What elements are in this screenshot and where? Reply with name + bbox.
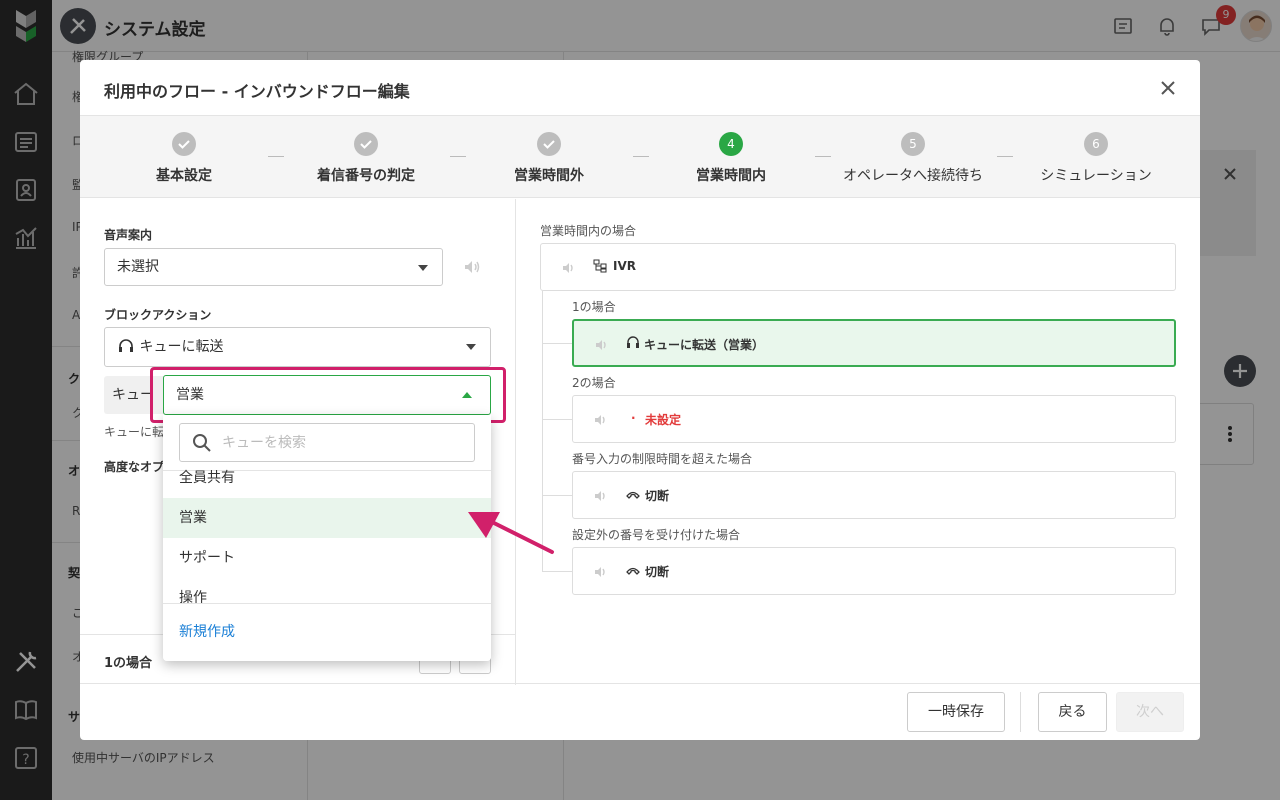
ivr-tree-icon [593, 259, 607, 276]
speaker-icon [593, 488, 609, 504]
divider [1020, 692, 1021, 732]
case-label: 2の場合 [572, 376, 616, 390]
tree-node-label: 切断 [645, 565, 670, 579]
tree-connector [542, 495, 572, 496]
advanced-options-label: 高度なオプ [104, 460, 165, 474]
case-label: 1の場合 [572, 300, 616, 314]
next-button[interactable]: 次へ [1116, 692, 1184, 732]
step-label: オペレータへ接続待ち [843, 168, 983, 184]
step-label: 基本設定 [156, 168, 212, 184]
create-new-queue-link[interactable]: 新規作成 [179, 621, 235, 641]
speaker-icon [561, 260, 577, 276]
check-icon [537, 132, 561, 156]
headset-icon [117, 331, 135, 352]
step-label: 営業時間外 [514, 168, 584, 184]
queue-search-field[interactable] [179, 423, 475, 462]
case-label: 番号入力の制限時間を超えた場合 [572, 452, 753, 466]
step-connector [997, 156, 1013, 157]
divider [80, 683, 1200, 684]
step-number: 4 [719, 132, 743, 156]
tree-node-case-2[interactable]: · 未設定 [572, 395, 1176, 443]
step-connector [268, 156, 284, 157]
case-label: 設定外の番号を受け付けた場合 [572, 528, 741, 542]
hangup-icon [625, 487, 641, 504]
tree-node-ivr[interactable]: IVR [540, 243, 1176, 291]
step-label: 着信番号の判定 [317, 168, 415, 184]
tree-connector [542, 343, 572, 344]
voice-guide-label: 音声案内 [104, 228, 153, 242]
step-after-hours[interactable]: 営業時間外 [459, 132, 639, 185]
block-action-label: ブロックアクション [104, 308, 212, 322]
step-number: 6 [1084, 132, 1108, 156]
tree-node-label: キューに転送（営業） [644, 338, 765, 352]
case-label: 1の場合 [104, 656, 153, 671]
queue-option-selected[interactable]: 営業 [163, 498, 491, 538]
step-number: 5 [901, 132, 925, 156]
tree-title: 営業時間内の場合 [540, 224, 637, 238]
chevron-down-icon [418, 265, 428, 271]
check-icon [172, 132, 196, 156]
voice-guide-select[interactable]: 未選択 [104, 248, 443, 286]
check-icon [354, 132, 378, 156]
step-label: 営業時間内 [696, 168, 766, 184]
voice-guide-value: 未選択 [117, 259, 159, 275]
step-connector [815, 156, 831, 157]
step-connector [450, 156, 466, 157]
speaker-icon [593, 564, 609, 580]
back-button[interactable]: 戻る [1038, 692, 1107, 732]
queue-option[interactable]: 全員共有 [163, 458, 491, 498]
step-basic[interactable]: 基本設定 [94, 132, 274, 185]
tree-node-invalid[interactable]: 切断 [572, 547, 1176, 595]
step-operator-wait[interactable]: 5 オペレータへ接続待ち [823, 132, 1003, 185]
tree-node-timeout[interactable]: 切断 [572, 471, 1176, 519]
speaker-icon [593, 412, 609, 428]
queue-option[interactable]: サポート [163, 538, 491, 578]
chevron-down-icon [466, 344, 476, 350]
search-icon [192, 433, 212, 453]
tree-node-case-1[interactable]: キューに転送（営業） [572, 319, 1176, 367]
queue-dropdown-panel: 全員共有 営業 サポート 操作 新規作成 [163, 415, 491, 661]
block-action-value: キューに転送 [139, 339, 224, 355]
unset-dot-icon: · [631, 411, 636, 425]
divider [515, 199, 516, 685]
tree-node-label: 未設定 [645, 413, 682, 427]
step-label: シミュレーション [1040, 168, 1152, 184]
step-connector [633, 156, 649, 157]
stepper: 基本設定 着信番号の判定 営業時間外 4 営業時間内 5 オペレータへ接続待ち 6 シ… [80, 116, 1200, 198]
queue-search-input[interactable] [222, 432, 462, 454]
tree-connector [542, 571, 572, 572]
save-draft-button[interactable]: 一時保存 [907, 692, 1005, 732]
block-action-select[interactable]: キューに転送 [104, 327, 491, 367]
modal-title: 利用中のフロー - インバウンドフロー編集 [104, 82, 410, 101]
queue-hint: キューに転 [104, 425, 165, 439]
headset-icon [626, 336, 640, 353]
tree-connector [542, 419, 572, 420]
close-icon[interactable] [1156, 76, 1180, 100]
step-number-check[interactable]: 着信番号の判定 [276, 132, 456, 185]
step-simulation[interactable]: 6 シミュレーション [1006, 132, 1186, 185]
step-business-hours[interactable]: 4 営業時間内 [641, 132, 821, 185]
tree-node-label: IVR [613, 259, 636, 273]
hangup-icon [625, 563, 641, 580]
speaker-icon [594, 337, 610, 353]
speaker-icon[interactable] [462, 257, 482, 277]
annotation-arrow-icon [460, 505, 570, 565]
tree-node-label: 切断 [645, 489, 670, 503]
